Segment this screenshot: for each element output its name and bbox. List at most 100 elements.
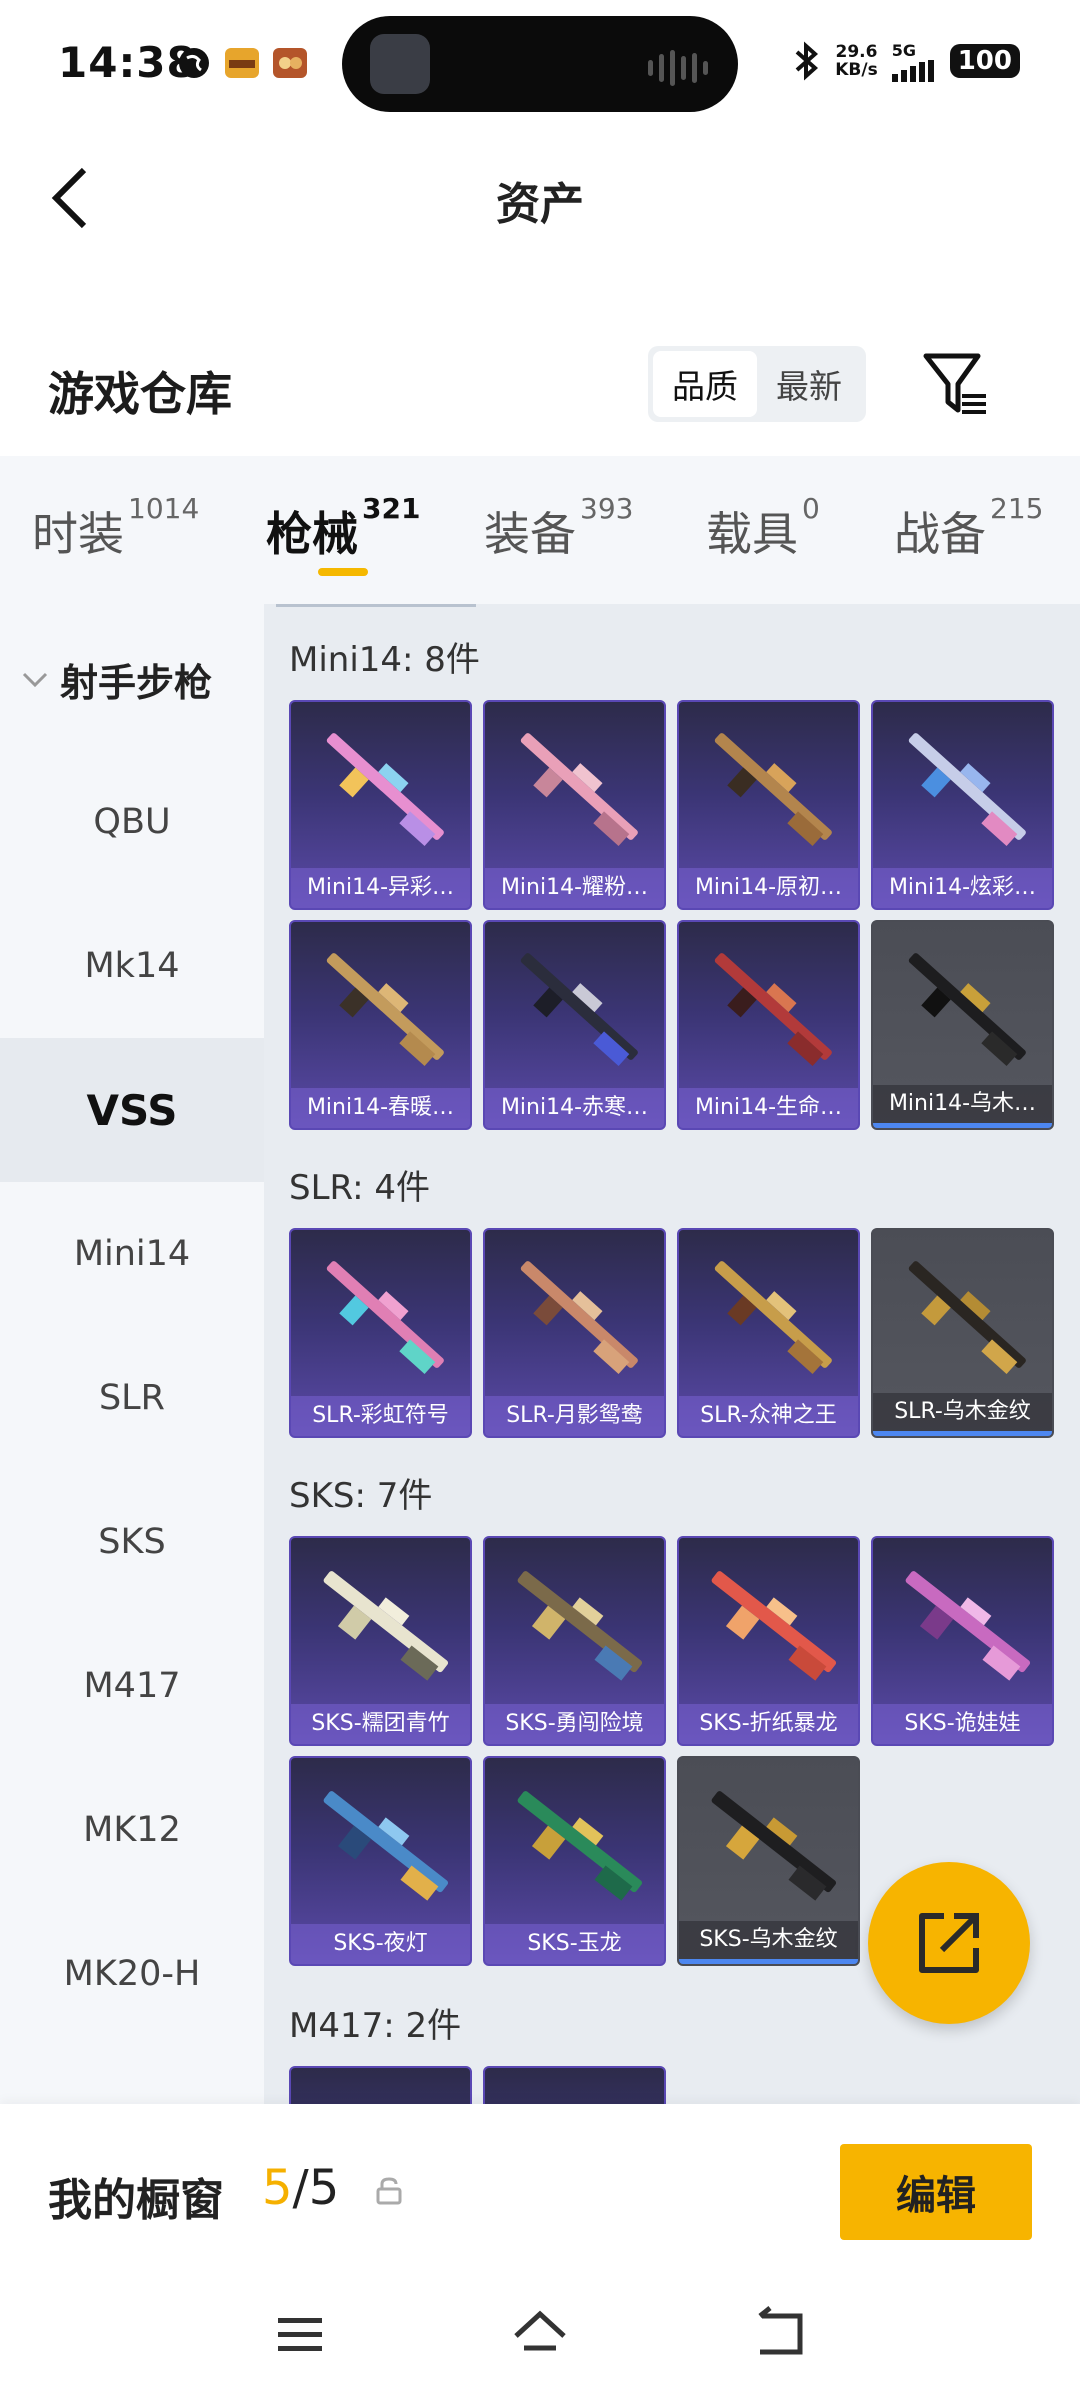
rifle-icon: [711, 1791, 837, 1901]
item-name: Mini14-春暖…: [291, 1088, 470, 1128]
item-name: SLR-彩虹符号: [291, 1396, 470, 1436]
item-card[interactable]: SLR-月影鸳鸯: [483, 1228, 666, 1438]
category-tabs: 时装 1014 枪械 321 装备 393 载具 0 战备 215: [0, 456, 1080, 604]
side-menu-header-label: 射手步枪: [60, 661, 213, 705]
item-card[interactable]: Mini14-耀粉…: [483, 700, 666, 910]
network-speed-value: 29.6: [835, 42, 878, 62]
tab-label: 战备: [894, 507, 986, 561]
item-name: SKS-玉龙: [485, 1924, 664, 1964]
pubg-app-icon: [273, 48, 307, 78]
battery-indicator: 100: [949, 44, 1020, 78]
side-item-mk20h[interactable]: MK20-H: [0, 1902, 264, 2046]
side-item-vss[interactable]: VSS: [0, 1038, 264, 1182]
item-card[interactable]: [483, 2066, 666, 2104]
side-item-m417[interactable]: M417: [0, 1614, 264, 1758]
side-item-mini14[interactable]: Mini14: [0, 1182, 264, 1326]
item-card[interactable]: SKS-夜灯: [289, 1756, 472, 1966]
rifle-icon: [905, 1571, 1031, 1681]
item-name: SKS-诡娃娃: [873, 1704, 1052, 1744]
status-app-icons: [175, 44, 309, 82]
dynamic-island[interactable]: [342, 16, 738, 112]
sort-latest-option[interactable]: 最新: [757, 351, 861, 417]
back-nav-icon[interactable]: [750, 2304, 810, 2364]
rifle-icon: [711, 1571, 837, 1681]
item-card[interactable]: SKS-乌木金纹: [677, 1756, 860, 1966]
item-name: SKS-乌木金纹: [679, 1921, 858, 1959]
status-right: 29.6 KB/s 5G 100: [791, 40, 1020, 82]
item-name: SLR-众神之王: [679, 1396, 858, 1436]
tab-count: 0: [802, 492, 820, 525]
item-name: Mini14-原初…: [679, 868, 858, 908]
item-name: Mini14-异彩…: [291, 868, 470, 908]
rifle-icon: [908, 733, 1026, 847]
tab-gear[interactable]: 战备 215: [894, 492, 1043, 564]
filter-icon: [923, 353, 986, 414]
showcase-label: 我的橱窗: [48, 2175, 224, 2226]
item-card[interactable]: Mini14-春暖…: [289, 920, 472, 1130]
home-icon[interactable]: [510, 2304, 570, 2364]
rifle-icon: [908, 1261, 1026, 1375]
item-card[interactable]: SKS-玉龙: [483, 1756, 666, 1966]
item-card[interactable]: Mini14-赤寒…: [483, 920, 666, 1130]
globe-icon: [179, 48, 209, 78]
sort-quality-option[interactable]: 品质: [653, 351, 757, 417]
showcase-total: /5: [292, 2160, 340, 2216]
side-menu-header[interactable]: 射手步枪: [22, 652, 212, 707]
tab-count: 215: [990, 492, 1044, 525]
rifle-icon: [323, 1791, 449, 1901]
item-card[interactable]: Mini14-乌木…: [871, 920, 1054, 1130]
network-type: 5G: [891, 40, 916, 60]
rifle-icon: [517, 1571, 643, 1681]
rifle-icon: [520, 953, 638, 1067]
item-card[interactable]: SKS-折纸暴龙: [677, 1536, 860, 1746]
signal-bars-icon: [891, 59, 934, 82]
rifle-icon: [520, 1261, 638, 1375]
network-speed-unit: KB/s: [835, 60, 878, 80]
item-card[interactable]: Mini14-异彩…: [289, 700, 472, 910]
rifle-icon: [714, 1261, 832, 1375]
rifle-icon: [520, 733, 638, 847]
side-item-slr[interactable]: SLR: [0, 1326, 264, 1470]
side-item-sks[interactable]: SKS: [0, 1470, 264, 1614]
section-label-slr: SLR: 4件: [289, 1168, 430, 1208]
share-button[interactable]: [868, 1862, 1030, 2024]
item-card[interactable]: SLR-彩虹符号: [289, 1228, 472, 1438]
page-title: 资产: [496, 179, 584, 230]
side-item-mk14[interactable]: Mk14: [0, 894, 264, 1038]
tab-firearms[interactable]: 枪械 321: [266, 492, 420, 564]
tab-label: 时装: [32, 507, 124, 561]
item-name: SKS-勇闯险境: [485, 1704, 664, 1744]
tab-fashion[interactable]: 时装 1014: [32, 492, 199, 564]
warehouse-title: 游戏仓库: [48, 367, 232, 421]
item-card[interactable]: SLR-乌木金纹: [871, 1228, 1054, 1438]
item-card[interactable]: SLR-众神之王: [677, 1228, 860, 1438]
item-name: SKS-糯团青竹: [291, 1704, 470, 1744]
filter-button[interactable]: [920, 350, 990, 420]
item-card[interactable]: Mini14-生命…: [677, 920, 860, 1130]
audio-wave-icon: [648, 50, 708, 86]
item-name: SLR-月影鸳鸯: [485, 1396, 664, 1436]
item-card[interactable]: [289, 2066, 472, 2104]
edit-button[interactable]: 编辑: [840, 2144, 1032, 2240]
tab-equipment[interactable]: 装备 393: [484, 492, 633, 564]
item-card[interactable]: Mini14-炫彩…: [871, 700, 1054, 910]
game-app-icon: [225, 48, 259, 78]
side-item-mk12[interactable]: MK12: [0, 1758, 264, 1902]
item-card[interactable]: SKS-糯团青竹: [289, 1536, 472, 1746]
item-card[interactable]: Mini14-原初…: [677, 700, 860, 910]
item-card[interactable]: SKS-勇闯险境: [483, 1536, 666, 1746]
weapon-type-menu: 射手步枪 QBU Mk14 VSS Mini14 SLR SKS M417 MK…: [0, 604, 264, 2104]
item-card[interactable]: SKS-诡娃娃: [871, 1536, 1054, 1746]
menu-icon[interactable]: [270, 2304, 330, 2364]
sort-toggle: 品质 最新: [648, 346, 866, 422]
header: 资产: [0, 130, 1080, 260]
item-name: Mini14-乌木…: [873, 1085, 1052, 1123]
tab-label: 装备: [484, 507, 576, 561]
tab-label: 载具: [706, 507, 798, 561]
section-label-sks: SKS: 7件: [289, 1476, 433, 1516]
bluetooth-icon: [795, 41, 819, 81]
showcase-current: 5: [262, 2160, 293, 2216]
tab-vehicles[interactable]: 载具 0: [706, 492, 820, 564]
item-name: Mini14-炫彩…: [873, 868, 1052, 908]
side-item-qbu[interactable]: QBU: [0, 750, 264, 894]
